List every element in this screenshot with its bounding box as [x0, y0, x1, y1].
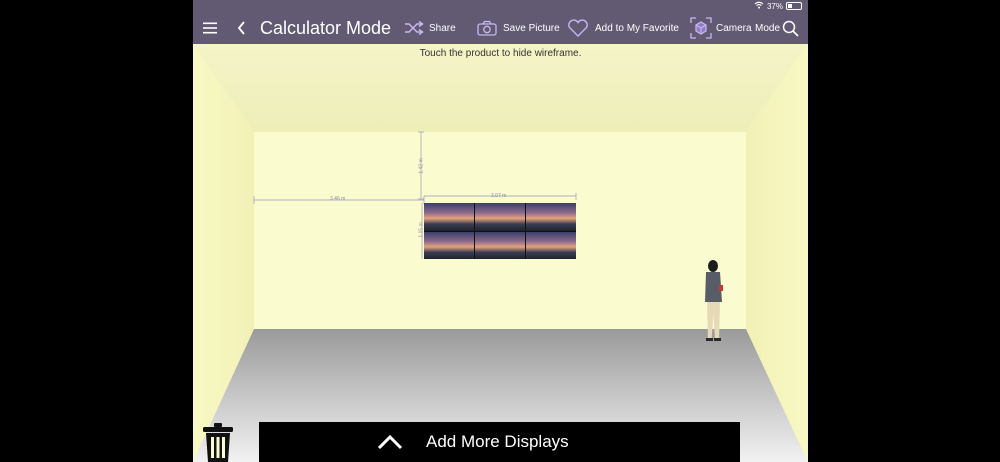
display-panel: [475, 231, 525, 259]
save-picture-button[interactable]: Save Picture: [477, 12, 560, 44]
back-button[interactable]: [237, 12, 246, 44]
add-more-displays-label: Add More Displays: [426, 432, 569, 451]
battery-icon: [786, 2, 802, 10]
video-wall-product[interactable]: [424, 203, 576, 259]
display-panel: [526, 231, 576, 259]
shuffle-share-icon: [405, 20, 424, 36]
app-screen: 37% Calculator Mode Share Save Picture A…: [193, 0, 808, 462]
ar-cube-icon: [690, 17, 712, 39]
dimension-label-left-offset: 3.46 m: [330, 196, 346, 202]
camera-icon: [477, 20, 497, 36]
display-panel: [424, 231, 474, 259]
heart-icon: [568, 19, 588, 37]
search-button[interactable]: [782, 12, 799, 44]
display-panel: [526, 203, 576, 231]
status-bar: 37%: [193, 0, 808, 12]
chevron-up-icon: [377, 434, 403, 450]
dimension-label-display-width: 3.07 m: [491, 193, 507, 199]
camera-label: Camera: [716, 22, 752, 34]
add-favorite-button[interactable]: Add to My Favorite: [567, 12, 679, 44]
add-favorite-label: Add to My Favorite: [595, 22, 679, 34]
page-title: Calculator Mode: [260, 17, 392, 38]
display-panel: [475, 203, 525, 231]
hamburger-menu-icon: [203, 22, 217, 34]
camera-mode-button[interactable]: Camera: [690, 12, 752, 44]
wifi-icon: [754, 1, 764, 11]
save-picture-label: Save Picture: [503, 22, 560, 34]
chevron-left-icon: [237, 21, 245, 35]
status-indicators: 37%: [754, 1, 802, 11]
dimension-label-height-above: 1.42 m: [418, 158, 425, 174]
share-label: Share: [429, 22, 456, 34]
mode-button[interactable]: Mode: [755, 12, 780, 44]
search-icon: [782, 20, 799, 37]
mode-label: Mode: [755, 22, 781, 34]
battery-percent: 37%: [766, 1, 783, 11]
trash-icon: [203, 423, 233, 462]
top-toolbar: Calculator Mode Share Save Picture Add t…: [193, 12, 808, 44]
menu-button[interactable]: [203, 12, 217, 44]
add-more-displays-button[interactable]: Add More Displays: [259, 422, 740, 462]
wireframe-hint: Touch the product to hide wireframe.: [419, 48, 582, 59]
delete-button[interactable]: [201, 422, 235, 462]
display-panel: [424, 203, 474, 231]
share-button[interactable]: Share: [404, 12, 456, 44]
